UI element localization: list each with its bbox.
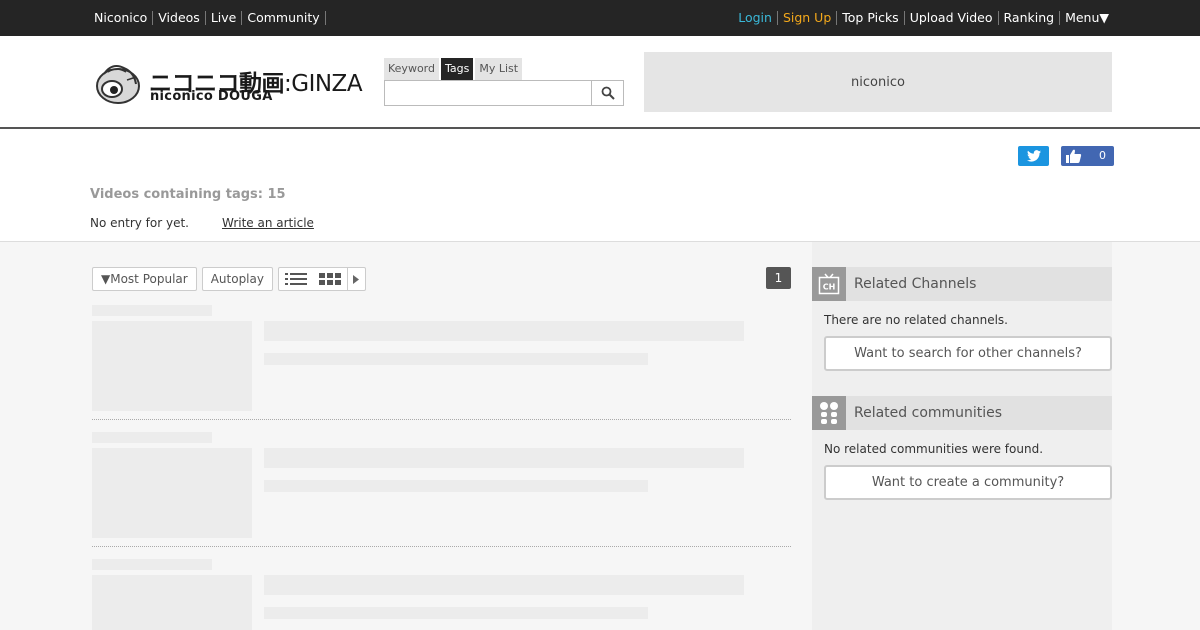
skeleton-meta xyxy=(264,607,648,619)
search-input[interactable] xyxy=(384,80,592,106)
related-communities-title: Related communities xyxy=(854,405,1003,421)
tab-keyword[interactable]: Keyword xyxy=(384,58,439,80)
no-channels-text: There are no related channels. xyxy=(824,313,1008,327)
related-channels-title: Related Channels xyxy=(854,276,977,292)
tab-tags[interactable]: Tags xyxy=(440,58,474,80)
search-icon xyxy=(601,86,615,100)
view-mode-group xyxy=(277,267,366,291)
autoplay-button[interactable]: Autoplay xyxy=(201,267,273,291)
skeleton-title xyxy=(264,321,744,341)
page-number-button[interactable]: 1 xyxy=(766,267,791,289)
no-entry-text: No entry for yet. xyxy=(90,216,189,230)
video-count-heading: Videos containing tags: 15 xyxy=(90,187,286,202)
community-icon xyxy=(812,396,846,430)
logo-english-text: niconico DOUGA xyxy=(150,89,273,104)
list-view-icon xyxy=(284,273,307,285)
thumbs-up-icon xyxy=(1066,149,1082,163)
skeleton-thumbnail xyxy=(92,575,252,630)
search-channels-button[interactable]: Want to search for other channels? xyxy=(824,336,1112,371)
tab-my-list[interactable]: My List xyxy=(475,58,523,80)
signup-link[interactable]: Sign Up xyxy=(778,11,838,25)
view-next-button[interactable] xyxy=(346,268,365,290)
like-count: 0 xyxy=(1099,149,1106,162)
skeleton-title xyxy=(264,448,744,468)
top-navigation-bar: Niconico Videos Live Community Login Sig… xyxy=(0,0,1200,36)
item-divider xyxy=(92,546,791,547)
svg-text:CH: CH xyxy=(823,283,836,292)
facebook-like-button[interactable]: 0 xyxy=(1061,146,1114,166)
sort-dropdown[interactable]: ▼Most Popular xyxy=(92,267,197,291)
twitter-share-button[interactable] xyxy=(1018,146,1049,166)
nav-link-ranking[interactable]: Ranking xyxy=(999,11,1061,25)
skeleton-date xyxy=(92,432,212,443)
write-article-link[interactable]: Write an article xyxy=(222,216,314,230)
nav-link-live[interactable]: Live xyxy=(206,11,243,25)
play-triangle-icon xyxy=(353,274,360,284)
header-banner[interactable]: niconico xyxy=(644,52,1112,112)
main-content-area: ▼Most Popular Autoplay 1 CH Related Chan… xyxy=(0,241,1200,630)
related-channels-header: CH Related Channels xyxy=(812,267,1112,301)
nav-link-top-picks[interactable]: Top Picks xyxy=(837,11,905,25)
user-links: Login Sign Up Top Picks Upload Video Ran… xyxy=(733,0,1109,36)
related-communities-header: Related communities xyxy=(812,396,1112,430)
list-view-button[interactable] xyxy=(279,268,313,290)
nav-link-videos[interactable]: Videos xyxy=(153,11,206,25)
nav-link-niconico[interactable]: Niconico xyxy=(94,11,154,25)
skeleton-meta xyxy=(264,480,648,492)
niconico-logo[interactable]: ニコニコ動画:GINZA niconico DOUGA xyxy=(94,60,368,106)
video-list-toolbar: ▼Most Popular Autoplay xyxy=(92,267,366,291)
skeleton-date xyxy=(92,305,212,316)
search-type-tabs: Keyword Tags My List xyxy=(384,58,624,80)
menu-dropdown[interactable]: Menu▼ xyxy=(1060,11,1109,25)
no-communities-text: No related communities were found. xyxy=(824,442,1044,456)
skeleton-title xyxy=(264,575,744,595)
site-links: Niconico Videos Live Community xyxy=(94,0,326,36)
search-button[interactable] xyxy=(591,80,624,106)
skeleton-thumbnail xyxy=(92,321,252,411)
skeleton-meta xyxy=(264,353,648,365)
shell-mascot-icon xyxy=(96,65,140,104)
skeleton-date xyxy=(92,559,212,570)
grid-view-button[interactable] xyxy=(313,268,347,290)
login-link[interactable]: Login xyxy=(733,11,778,25)
nav-link-upload-video[interactable]: Upload Video xyxy=(905,11,999,25)
item-divider xyxy=(92,419,791,420)
skeleton-thumbnail xyxy=(92,448,252,538)
channel-icon: CH xyxy=(812,267,846,301)
site-header: ニコニコ動画:GINZA niconico DOUGA Keyword Tags… xyxy=(0,36,1200,129)
search-box: Keyword Tags My List xyxy=(384,58,624,106)
twitter-bird-icon xyxy=(1026,150,1041,162)
grid-view-icon xyxy=(318,273,341,285)
create-community-button[interactable]: Want to create a community? xyxy=(824,465,1112,500)
nav-link-community[interactable]: Community xyxy=(242,11,326,25)
